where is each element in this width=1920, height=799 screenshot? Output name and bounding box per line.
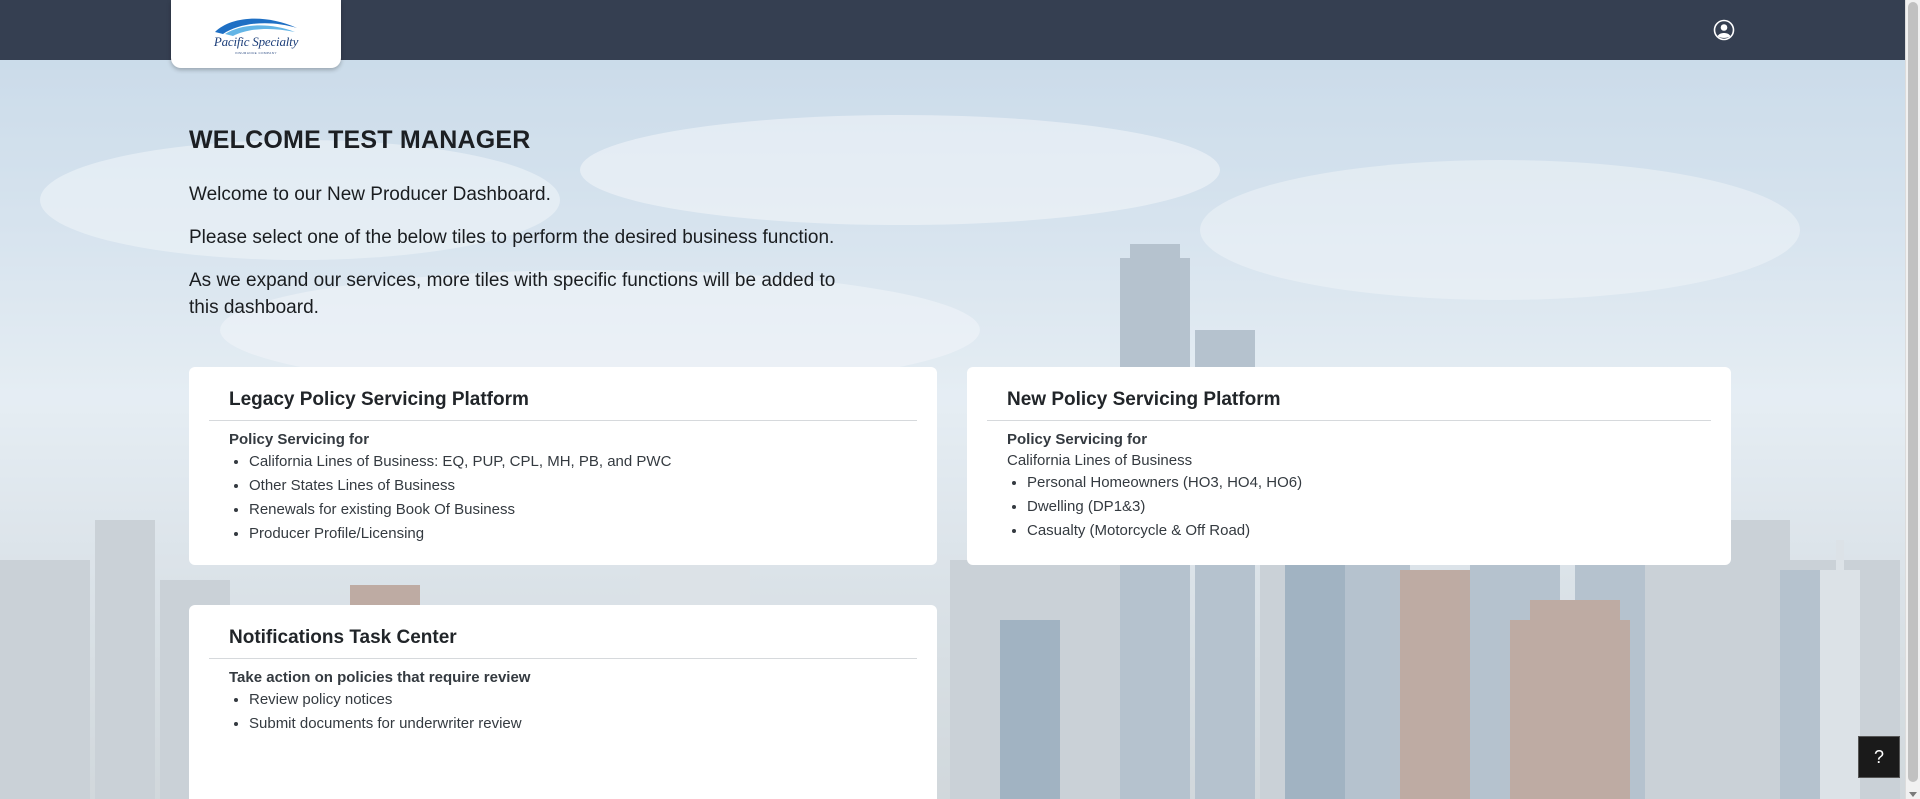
tile-subtitle: Take action on policies that require rev… [229,669,531,686]
instruction-paragraph: Please select one of the below tiles to … [189,227,835,248]
user-circle-icon[interactable] [1713,19,1735,41]
scroll-down-arrow-icon[interactable] [1909,792,1917,797]
tile-item-list: California Lines of Business: EQ, PUP, C… [229,452,671,548]
tile-subtitle: Policy Servicing for [229,431,370,448]
company-logo[interactable]: Pacific Specialty INSURANCE COMPANY [171,0,341,68]
list-item: Renewals for existing Book Of Business [249,500,671,524]
logo-subtext: INSURANCE COMPANY [235,50,277,55]
new-policy-tile[interactable]: New Policy Servicing Platform Policy Ser… [967,367,1731,565]
list-item: Producer Profile/Licensing [249,524,671,548]
legacy-policy-tile[interactable]: Legacy Policy Servicing Platform Policy … [189,367,937,565]
tile-divider [987,420,1711,421]
logo-wave-icon [215,18,297,36]
logo-text: Pacific Specialty [213,33,299,49]
help-button[interactable]: ? [1858,736,1900,778]
tile-title: Legacy Policy Servicing Platform [229,389,529,410]
tile-title: New Policy Servicing Platform [1007,389,1281,410]
list-item: Casualty (Motorcycle & Off Road) [1027,521,1302,545]
notifications-tile[interactable]: Notifications Task Center Take action on… [189,605,937,799]
tile-item-list: Review policy notices Submit documents f… [229,690,522,738]
page-title: WELCOME TEST MANAGER [189,126,531,154]
vertical-scrollbar[interactable] [1905,0,1920,799]
welcome-paragraph: Welcome to our New Producer Dashboard. [189,184,551,205]
tile-subtitle: Policy Servicing for [1007,431,1148,448]
list-item: California Lines of Business: EQ, PUP, C… [249,452,671,476]
list-item: Personal Homeowners (HO3, HO4, HO6) [1027,473,1302,497]
list-item: Review policy notices [249,690,522,714]
list-item: Other States Lines of Business [249,476,671,500]
list-item: Submit documents for underwriter review [249,714,522,738]
tile-item-list: Personal Homeowners (HO3, HO4, HO6) Dwel… [1007,473,1302,545]
list-item: Dwelling (DP1&3) [1027,497,1302,521]
expansion-paragraph: As we expand our services, more tiles wi… [189,270,836,318]
tile-line: California Lines of Business [1007,452,1193,469]
tile-divider [209,420,917,421]
tile-divider [209,658,917,659]
tile-title: Notifications Task Center [229,627,457,648]
scrollbar-thumb[interactable] [1908,2,1918,782]
